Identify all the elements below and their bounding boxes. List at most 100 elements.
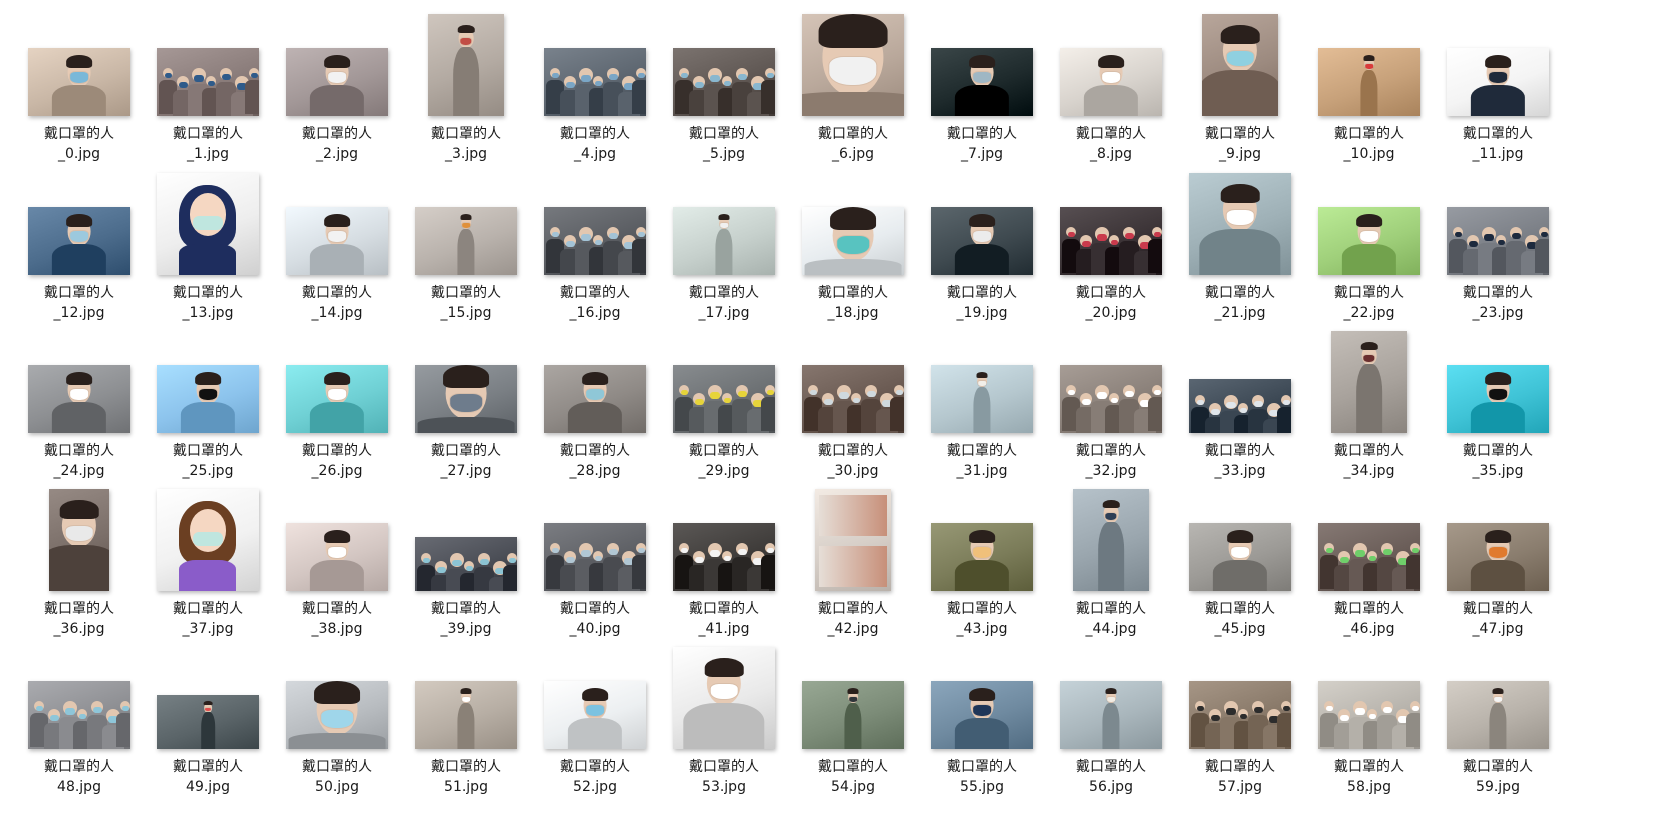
file-item[interactable]: 戴口罩的人 52.jpg [536,645,654,795]
face-mask [1483,234,1494,241]
file-name-line-1: 戴口罩的人 [1463,601,1533,617]
file-name-line-2: _4.jpg [573,146,617,162]
file-item[interactable]: 戴口罩的人 _3.jpg [407,12,525,162]
file-item[interactable]: 戴口罩的人 56.jpg [1052,645,1170,795]
file-item[interactable]: 戴口罩的人 _18.jpg [794,171,912,321]
file-item[interactable]: 戴口罩的人 _17.jpg [665,171,783,321]
thumbnail-container [407,171,525,281]
file-item[interactable]: 戴口罩的人 _37.jpg [149,487,267,637]
file-name-line-1: 戴口罩的人 [560,759,630,775]
person-body [1406,713,1420,748]
file-name-line-1: 戴口罩的人 [302,601,372,617]
person-hair [969,530,995,544]
person-body [309,244,365,275]
file-name-line-2: _33.jpg [1214,463,1266,479]
face-mask [609,74,618,80]
person-hair [1227,530,1253,544]
person-hair [1360,342,1378,351]
file-item[interactable]: 戴口罩的人 49.jpg [149,645,267,795]
file-item[interactable]: 戴口罩的人 _15.jpg [407,171,525,321]
file-item[interactable]: 戴口罩的人 _6.jpg [794,12,912,162]
file-item[interactable]: 戴口罩的人 _4.jpg [536,12,654,162]
file-item[interactable]: 戴口罩的人 _16.jpg [536,171,654,321]
file-item[interactable]: 戴口罩的人 _2.jpg [278,12,396,162]
file-item[interactable]: 戴口罩的人 _21.jpg [1181,171,1299,321]
file-name-label: 戴口罩的人 _20.jpg [1052,283,1170,323]
file-item[interactable]: 戴口罩的人 _27.jpg [407,329,525,479]
file-item[interactable]: 戴口罩的人 _40.jpg [536,487,654,637]
thumbnail-container [1052,171,1170,281]
file-item[interactable]: 戴口罩的人 _35.jpg [1439,329,1557,479]
file-item[interactable]: 戴口罩的人 _28.jpg [536,329,654,479]
file-item[interactable]: 戴口罩的人 _46.jpg [1310,487,1428,637]
file-name-label: 戴口罩的人 57.jpg [1181,757,1299,797]
file-item[interactable]: 戴口罩的人 _29.jpg [665,329,783,479]
file-name-line-2: _14.jpg [311,305,363,321]
file-name-line-2: _19.jpg [956,305,1008,321]
thumbnail-image [1318,48,1420,116]
person-hair [582,688,608,702]
file-item[interactable]: 戴口罩的人 _13.jpg [149,171,267,321]
thumbnail-image [544,207,646,275]
file-item[interactable]: 戴口罩的人 _31.jpg [923,329,1041,479]
file-item[interactable]: 戴口罩的人 57.jpg [1181,645,1299,795]
file-item[interactable]: 戴口罩的人 53.jpg [665,645,783,795]
file-item[interactable]: 戴口罩的人 _10.jpg [1310,12,1428,162]
face-mask [586,389,604,400]
file-item[interactable]: 戴口罩的人 _20.jpg [1052,171,1170,321]
file-item[interactable]: 戴口罩的人 55.jpg [923,645,1041,795]
file-item[interactable]: 戴口罩的人 _14.jpg [278,171,396,321]
face-mask [566,82,575,88]
file-item[interactable]: 戴口罩的人 59.jpg [1439,645,1557,795]
file-item[interactable]: 戴口罩的人 _26.jpg [278,329,396,479]
face-mask [1489,389,1507,400]
file-item[interactable]: 戴口罩的人 _43.jpg [923,487,1041,637]
file-name-label: 戴口罩的人 59.jpg [1439,757,1557,797]
face-mask [465,566,473,571]
file-item[interactable]: 戴口罩的人 _33.jpg [1181,329,1299,479]
file-item[interactable]: 戴口罩的人 _41.jpg [665,487,783,637]
file-item[interactable]: 戴口罩的人 _9.jpg [1181,12,1299,162]
face-mask [1340,715,1349,721]
file-item[interactable]: 戴口罩的人 _7.jpg [923,12,1041,162]
file-item[interactable]: 戴口罩的人 _39.jpg [407,487,525,637]
thumbnail-container [278,12,396,122]
file-item[interactable]: 戴口罩的人 _22.jpg [1310,171,1428,321]
file-item[interactable]: 戴口罩的人 _19.jpg [923,171,1041,321]
file-item[interactable]: 戴口罩的人 _1.jpg [149,12,267,162]
file-item[interactable]: 戴口罩的人 _25.jpg [149,329,267,479]
file-item[interactable]: 戴口罩的人 _11.jpg [1439,12,1557,162]
file-item[interactable]: 戴口罩的人 50.jpg [278,645,396,795]
file-item[interactable]: 戴口罩的人 _0.jpg [20,12,138,162]
person-body [309,560,365,591]
thumbnail-image [673,207,775,275]
file-name-label: 戴口罩的人 _47.jpg [1439,599,1557,639]
file-item[interactable]: 戴口罩的人 _32.jpg [1052,329,1170,479]
face-mask [1239,714,1247,719]
file-item[interactable]: 戴口罩的人 48.jpg [20,645,138,795]
face-mask [1125,233,1134,239]
file-item[interactable]: 戴口罩的人 _5.jpg [665,12,783,162]
thumbnail-image [1447,681,1549,749]
file-item[interactable]: 戴口罩的人 _45.jpg [1181,487,1299,637]
file-item[interactable]: 戴口罩的人 _38.jpg [278,487,396,637]
file-item[interactable]: 戴口罩的人 58.jpg [1310,645,1428,795]
file-item[interactable]: 戴口罩的人 54.jpg [794,645,912,795]
file-name-line-1: 戴口罩的人 [560,126,630,142]
file-item[interactable]: 戴口罩的人 _8.jpg [1052,12,1170,162]
file-item[interactable]: 戴口罩的人 _44.jpg [1052,487,1170,637]
face-mask [1512,233,1521,239]
file-item[interactable]: 戴口罩的人 _24.jpg [20,329,138,479]
file-item[interactable]: 戴口罩的人 _23.jpg [1439,171,1557,321]
file-item[interactable]: 戴口罩的人 _30.jpg [794,329,912,479]
file-item[interactable]: 戴口罩的人 _47.jpg [1439,487,1557,637]
file-name-label: 戴口罩的人 _21.jpg [1181,283,1299,323]
face-mask [680,390,688,395]
file-item[interactable]: 戴口罩的人 _42.jpg [794,487,912,637]
file-item[interactable]: 戴口罩的人 _12.jpg [20,171,138,321]
file-item[interactable]: 戴口罩的人 _34.jpg [1310,329,1428,479]
file-item[interactable]: 戴口罩的人 _36.jpg [20,487,138,637]
file-name-line-2: 58.jpg [1347,779,1391,795]
file-item[interactable]: 戴口罩的人 51.jpg [407,645,525,795]
person-hair [1356,214,1382,228]
